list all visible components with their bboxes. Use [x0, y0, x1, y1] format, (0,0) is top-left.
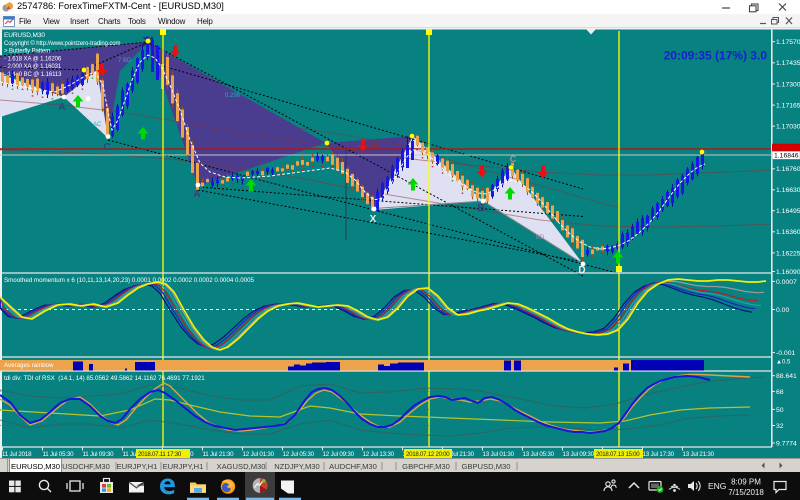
svg-text:12 Jul 05:30: 12 Jul 05:30 [283, 451, 315, 458]
svg-text:7/15/2018: 7/15/2018 [728, 488, 764, 497]
svg-text:12 Jul 09:30: 12 Jul 09:30 [323, 451, 355, 458]
svg-text:1.16360: 1.16360 [776, 229, 800, 236]
svg-text:BD: BD [536, 235, 545, 241]
svg-text:Averages rainbow: Averages rainbow [4, 362, 54, 369]
svg-text:> Butterfly Pattern: > Butterfly Pattern [4, 49, 50, 55]
svg-text:20:09:35 (17%) 3.0: 20:09:35 (17%) 3.0 [664, 49, 768, 63]
svg-text:2018.07.11 17:30: 2018.07.11 17:30 [138, 451, 182, 458]
svg-text:D: D [578, 265, 585, 276]
svg-text:1.16630: 1.16630 [776, 187, 800, 194]
svg-text:13 Jul 17:30: 13 Jul 17:30 [643, 451, 675, 458]
svg-text:12 Jul 13:30: 12 Jul 13:30 [363, 451, 395, 458]
svg-text:A: A [193, 189, 200, 200]
svg-text:▲0.5: ▲0.5 [776, 360, 791, 366]
svg-text:4A BD: 4A BD [363, 143, 381, 149]
svg-text:C: C [510, 154, 517, 164]
svg-text:1.17030: 1.17030 [776, 124, 800, 131]
svg-text:1.16225: 1.16225 [776, 250, 800, 257]
svg-text:Smoothed momentum x 6 (10,11,1: Smoothed momentum x 6 (10,11,13,14,20,23… [4, 277, 255, 284]
svg-text:- 2.000 XA @ 1.16031: - 2.000 XA @ 1.16031 [4, 64, 62, 70]
svg-text:- 1.618 XA @ 1.16206: - 1.618 XA @ 1.16206 [4, 56, 62, 62]
svg-text:C: C [103, 142, 110, 153]
svg-text:1.17300: 1.17300 [776, 81, 800, 88]
svg-text:B: B [477, 203, 484, 214]
svg-text:0.0007: 0.0007 [776, 279, 797, 286]
svg-text:11 Jul 21:30: 11 Jul 21:30 [203, 451, 235, 458]
svg-text:68: 68 [776, 389, 784, 396]
svg-text:11 Jul 2018: 11 Jul 2018 [2, 451, 32, 458]
svg-text:1.16495: 1.16495 [776, 208, 800, 215]
svg-text:13 Jul 05:30: 13 Jul 05:30 [523, 451, 555, 458]
svg-text:8:09 PM: 8:09 PM [731, 478, 761, 487]
svg-text:1.17435: 1.17435 [776, 60, 800, 67]
svg-text:88.641: 88.641 [776, 373, 797, 380]
svg-text:X: X [370, 214, 377, 225]
svg-text:0.00: 0.00 [776, 307, 789, 314]
svg-text:13 Jul 01:30: 13 Jul 01:30 [483, 451, 515, 458]
svg-text:13 Jul 09:30: 13 Jul 09:30 [563, 451, 595, 458]
svg-text:32: 32 [776, 423, 784, 430]
svg-text:Copyright © http://www.pointze: Copyright © http://www.pointzero-trading… [4, 40, 121, 47]
svg-text:tdi div: TDI of RSX (14.1, 14: tdi div: TDI of RSX (14.1, 14) 85.0562 4… [4, 375, 205, 382]
svg-text:11 Jul 09:30: 11 Jul 09:30 [83, 451, 115, 458]
svg-text:ENG: ENG [708, 481, 726, 491]
svg-text:13 Jul 21:30: 13 Jul 21:30 [683, 451, 715, 458]
svg-text:2018.07.13 15:00: 2018.07.13 15:00 [596, 451, 640, 458]
svg-text:1.17570: 1.17570 [776, 39, 800, 46]
svg-text:9.7774: 9.7774 [776, 440, 797, 447]
svg-text:11 Jul 05:30: 11 Jul 05:30 [43, 451, 75, 458]
svg-text:EURUSD,M30: EURUSD,M30 [4, 32, 45, 39]
svg-text:1.16090: 1.16090 [776, 269, 800, 276]
svg-text:1.17165: 1.17165 [776, 103, 800, 110]
svg-text:50: 50 [776, 407, 784, 414]
svg-text:A: A [58, 102, 65, 113]
svg-text:-0.001: -0.001 [776, 350, 795, 357]
svg-text:12 Jul 01:30: 12 Jul 01:30 [243, 451, 275, 458]
svg-text:AC: AC [93, 122, 102, 128]
svg-text:7 BD: 7 BD [118, 58, 132, 64]
svg-text:0.296: 0.296 [225, 93, 241, 99]
svg-text:1.16760: 1.16760 [776, 166, 800, 173]
svg-text:1.16846: 1.16846 [774, 153, 799, 160]
svg-text:2018.07.12 20:00: 2018.07.12 20:00 [406, 451, 450, 458]
